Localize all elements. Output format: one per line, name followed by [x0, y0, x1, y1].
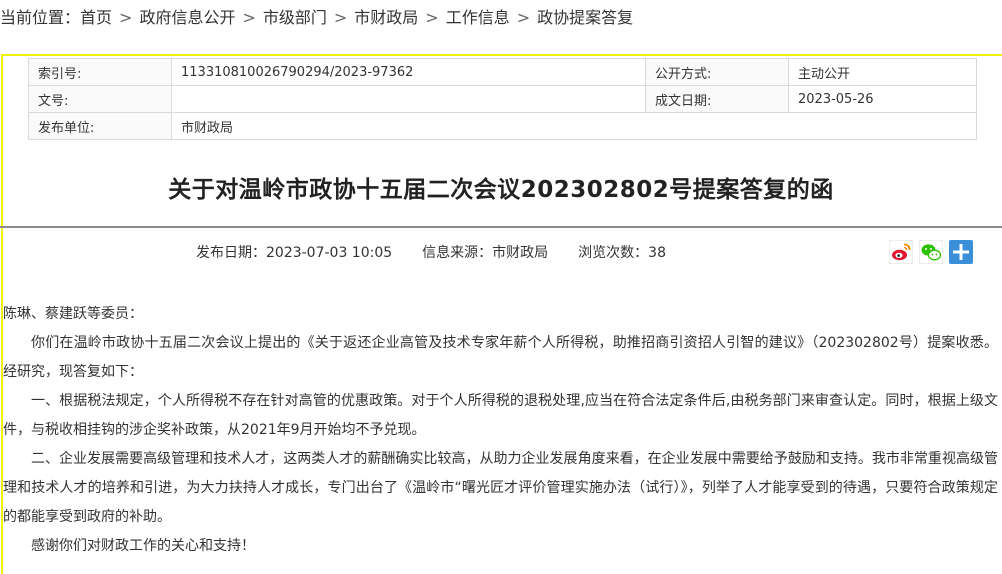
breadcrumb-finance-bureau[interactable]: 市财政局	[354, 8, 418, 27]
breadcrumb-separator: >	[333, 8, 348, 27]
wechat-icon[interactable]	[918, 239, 944, 265]
open-mode-label: 公开方式:	[645, 58, 789, 86]
publisher-label: 发布单位:	[28, 112, 172, 140]
publish-date: 发布日期：2023-07-03 10:05	[196, 242, 392, 262]
breadcrumb-work-info[interactable]: 工作信息	[446, 8, 510, 27]
more-share-icon[interactable]	[949, 240, 973, 264]
view-count-label: 浏览次数：	[578, 245, 649, 261]
date-value: 2023-05-26	[788, 85, 977, 113]
breadcrumb-separator: >	[425, 8, 439, 27]
index-label: 索引号:	[28, 58, 172, 86]
breadcrumb-separator: >	[119, 8, 133, 27]
metadata-table: 索引号: 113310810026790294/2023-97362 公开方式:…	[28, 58, 977, 140]
breadcrumb-city-depts[interactable]: 市级部门	[263, 8, 327, 27]
body-paragraph: 你们在温岭市政协十五届二次会议上提出的《关于返还企业高管及技术专家年薪个人所得税…	[3, 335, 998, 380]
info-source-value: 市财政局	[492, 245, 549, 261]
article-title: 关于对温岭市政协十五届二次会议202302802号提案答复的函	[168, 177, 834, 203]
info-source: 信息来源：市财政局	[422, 242, 548, 262]
breadcrumb-proposal-reply[interactable]: 政协提案答复	[537, 8, 633, 27]
title-divider	[0, 226, 1002, 228]
article-body: 陈琳、蔡建跃等委员： 你们在温岭市政协十五届二次会议上提出的《关于返还企业高管及…	[3, 300, 998, 561]
breadcrumb-separator: >	[242, 8, 256, 27]
metadata-row: 发布单位: 市财政局	[28, 112, 977, 140]
index-value: 113310810026790294/2023-97362	[171, 58, 646, 86]
closing-paragraph: 感谢你们对财政工作的关心和支持！	[31, 538, 255, 554]
info-source-label: 信息来源：	[422, 245, 493, 261]
breadcrumb-gov-info[interactable]: 政府信息公开	[139, 8, 235, 27]
body-paragraph: 一、根据税法规定，个人所得税不存在针对高管的优惠政策。对于个人所得税的退税处理,…	[3, 393, 998, 438]
share-bar	[888, 239, 979, 265]
doc-no-label: 文号:	[28, 85, 172, 113]
open-mode-value: 主动公开	[788, 58, 977, 86]
publisher-value: 市财政局	[171, 112, 977, 140]
article-info: 发布日期：2023-07-03 10:05 信息来源：市财政局 浏览次数：38	[196, 242, 696, 262]
breadcrumb-prefix: 当前位置：	[0, 8, 81, 27]
salutation: 陈琳、蔡建跃等委员：	[3, 306, 143, 322]
view-count: 浏览次数：38	[578, 242, 666, 262]
view-count-value: 38	[648, 245, 666, 261]
date-label: 成文日期:	[645, 85, 789, 113]
breadcrumb-home[interactable]: 首页	[80, 8, 112, 27]
publish-date-label: 发布日期：	[196, 245, 266, 261]
body-paragraph: 二、企业发展需要高级管理和技术人才，这两类人才的薪酬确实比较高，从助力企业发展角…	[3, 451, 998, 525]
weibo-icon[interactable]	[888, 239, 914, 265]
publish-date-value: 2023-07-03 10:05	[266, 245, 393, 261]
breadcrumb-separator: >	[516, 8, 531, 27]
breadcrumb: 当前位置：首页 > 政府信息公开 > 市级部门 > 市财政局 > 工作信息 > 政协提案答复	[0, 0, 1002, 38]
metadata-row: 索引号: 113310810026790294/2023-97362 公开方式:…	[28, 58, 977, 86]
doc-no-value	[171, 85, 646, 113]
metadata-row: 文号: 成文日期: 2023-05-26	[28, 85, 977, 113]
